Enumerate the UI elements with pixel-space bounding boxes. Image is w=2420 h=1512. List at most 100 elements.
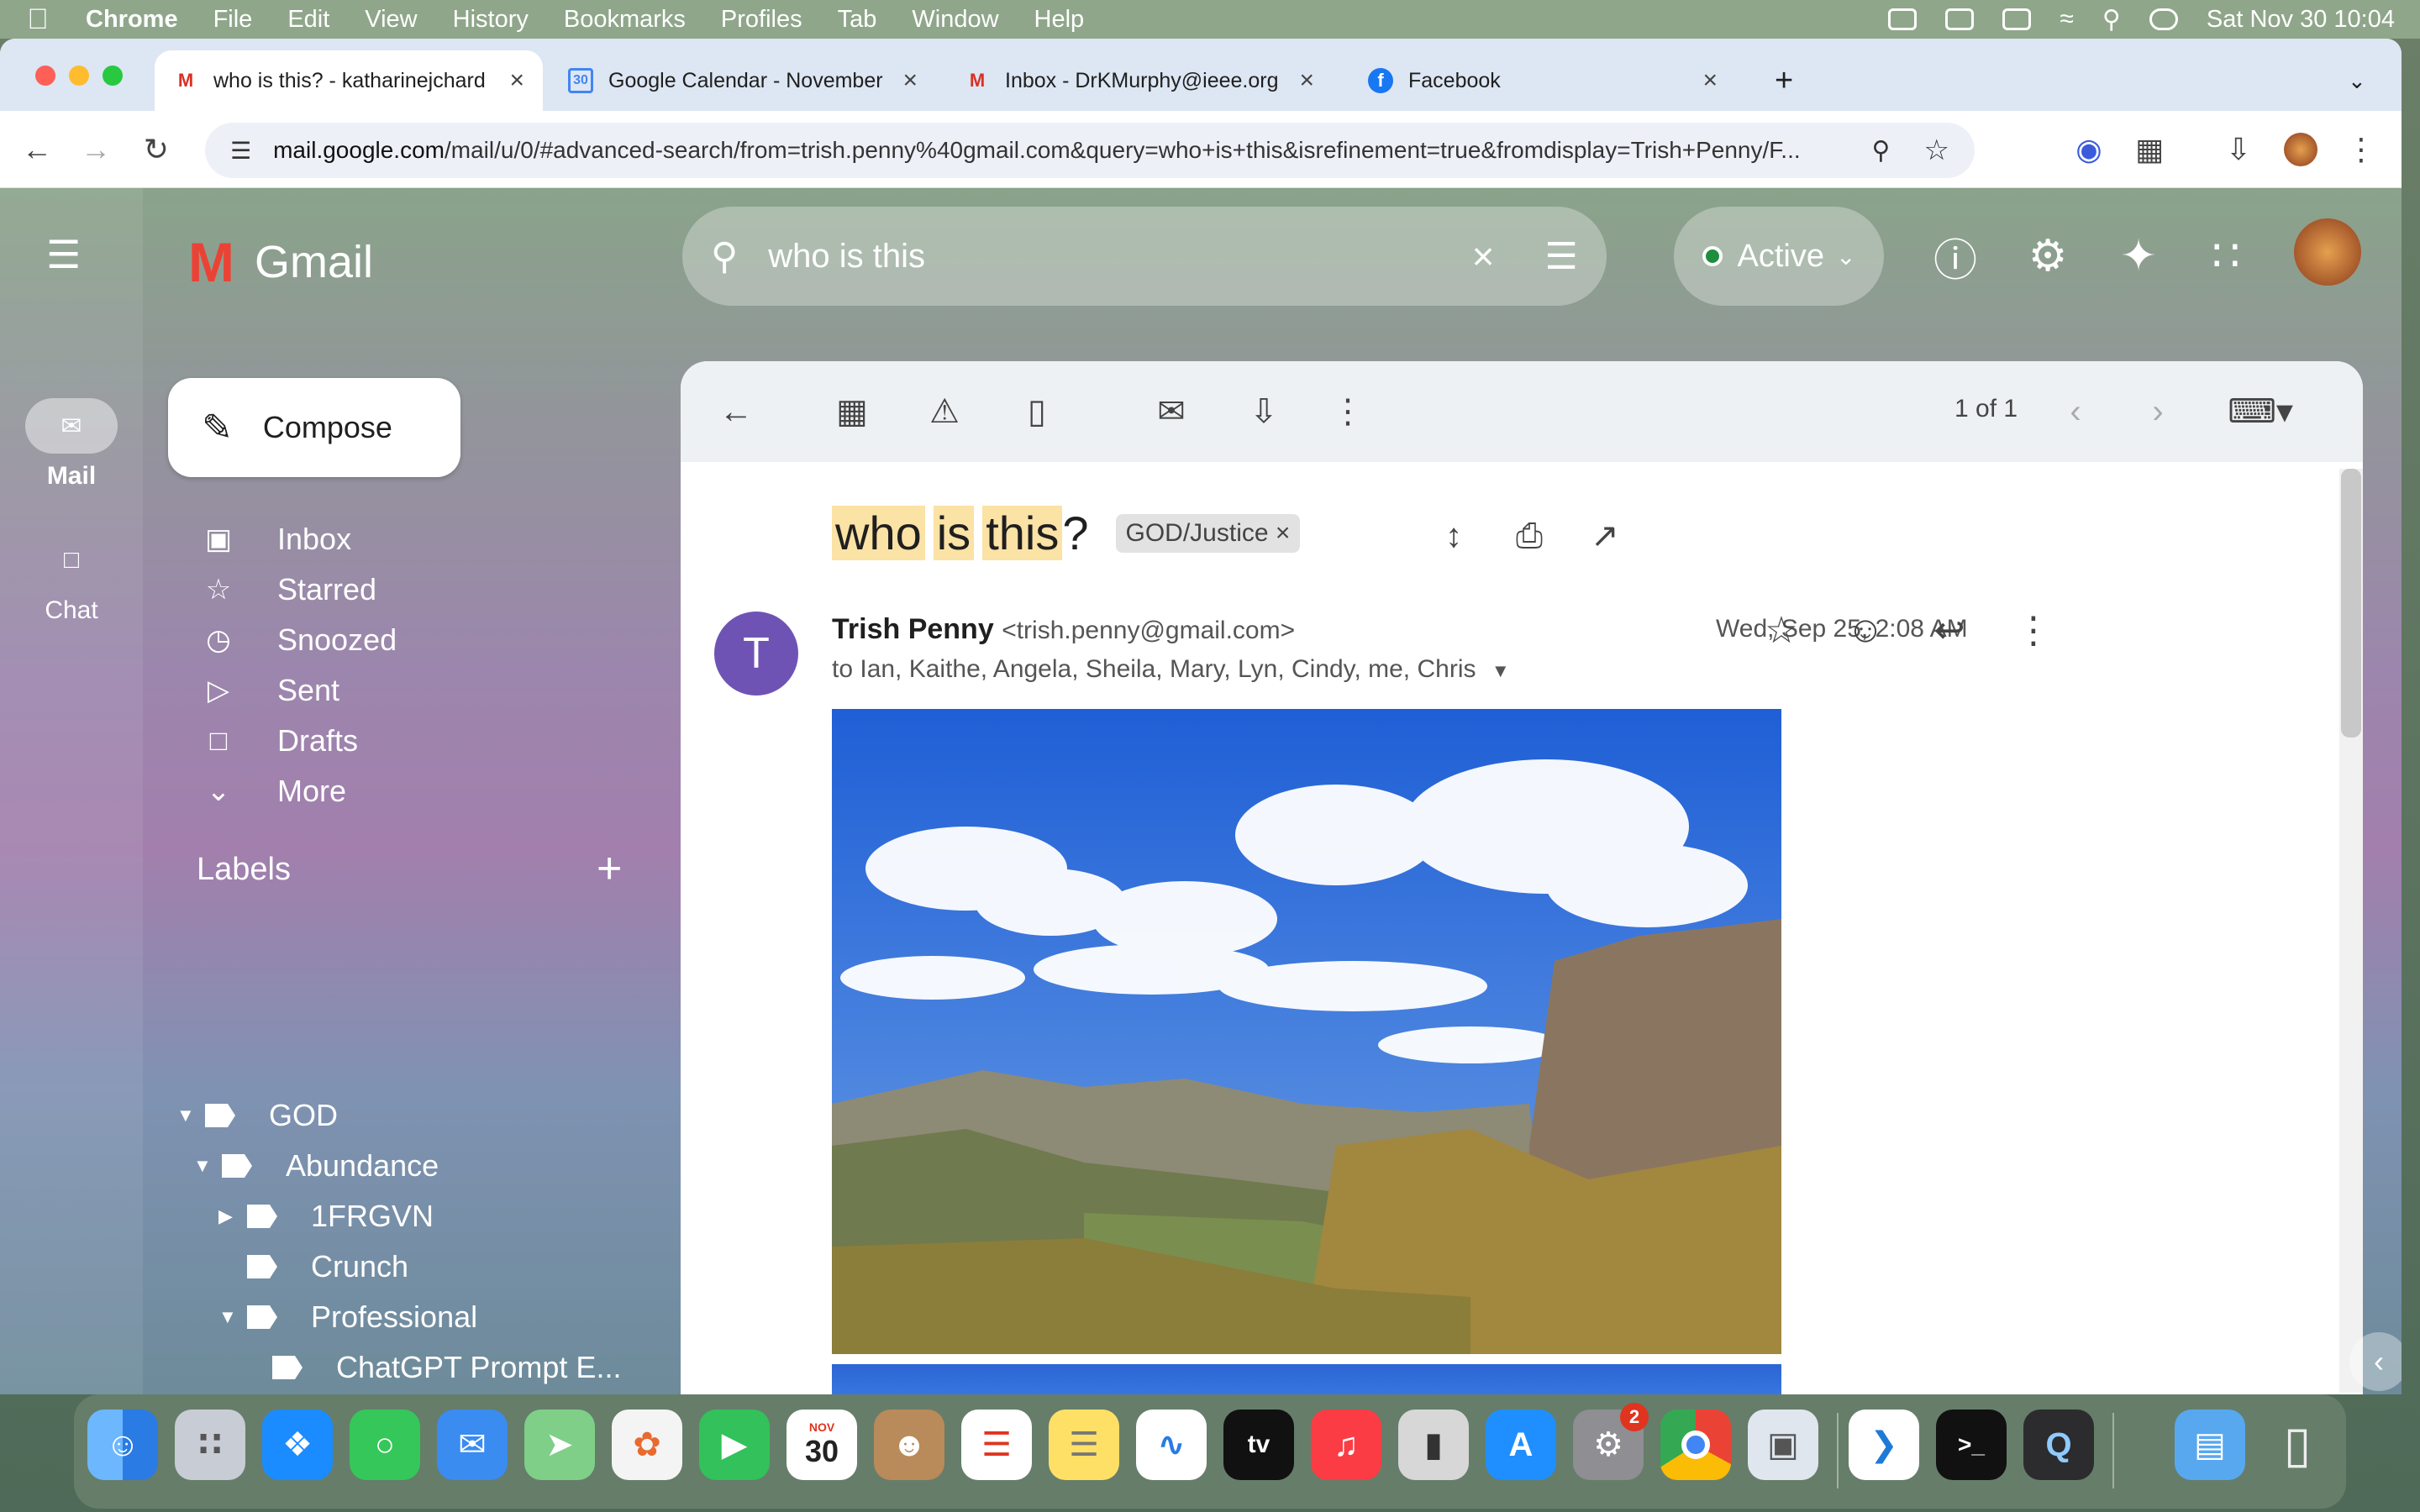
zoom-icon[interactable]: ⚲ <box>1872 136 1891 165</box>
caret-down-icon[interactable]: ▼ <box>1491 660 1510 681</box>
menu-window[interactable]: Window <box>912 6 998 34</box>
message-scrollbar[interactable] <box>2339 469 2363 1393</box>
label-1frgvn[interactable]: ▶ 1FRGVN <box>218 1191 434 1242</box>
clear-search-icon[interactable]: × <box>1472 234 1495 279</box>
status-active-button[interactable]: Active ⌄ <box>1674 207 1884 306</box>
tab-close-icon[interactable]: × <box>1702 66 1718 95</box>
gemini-sparkle-icon[interactable]: ✦ <box>2109 227 2168 286</box>
wifi-icon[interactable]: ≈ <box>2060 5 2073 34</box>
bookmark-star-icon[interactable]: ☆ <box>1924 134 1949 167</box>
search-input[interactable]: who is this <box>768 238 1471 276</box>
open-new-window-button[interactable]: ↗ <box>1580 511 1630 561</box>
add-reaction-button[interactable]: ☺ <box>1840 605 1891 655</box>
caret-down-icon[interactable]: ▼ <box>176 1105 197 1126</box>
message-more-button[interactable]: ⋮ <box>2008 605 2059 655</box>
status-icon-keyboard[interactable] <box>1945 8 1975 30</box>
new-tab-button[interactable]: + <box>1756 50 1807 111</box>
menu-help[interactable]: Help <box>1034 6 1085 34</box>
back-button[interactable]: ← <box>15 128 59 171</box>
dock-notes-icon[interactable]: ☰ <box>1049 1410 1119 1480</box>
menubar-clock[interactable]: Sat Nov 30 10:04 <box>2207 6 2395 34</box>
more-actions-button[interactable]: ⋮ <box>1323 386 1373 437</box>
account-avatar[interactable] <box>2294 218 2361 286</box>
dock-finder-icon[interactable]: ☺ <box>87 1410 158 1480</box>
move-to-button[interactable]: ⇩ <box>1239 386 1289 437</box>
dock-contacts-icon[interactable]: ☻ <box>874 1410 944 1480</box>
email-image-second[interactable] <box>832 1364 1781 1394</box>
label-abundance[interactable]: ▼ Abundance <box>193 1141 439 1191</box>
sender-avatar[interactable]: T <box>714 612 798 696</box>
extension-icon-circle[interactable]: ◉ <box>2067 128 2111 171</box>
dock-launchpad-icon[interactable]: ∷ <box>175 1410 245 1480</box>
newer-button[interactable]: ‹ <box>2050 386 2101 437</box>
window-close-button[interactable] <box>35 66 55 86</box>
back-to-list-button[interactable]: ← <box>711 386 761 437</box>
delete-button[interactable]: ▯ <box>1012 386 1062 437</box>
sidebar-item-drafts[interactable]: □ Drafts <box>202 716 358 766</box>
dock-facetime-icon[interactable]: ▶ <box>699 1410 770 1480</box>
spotlight-search-icon[interactable]: ⚲ <box>2102 5 2121 34</box>
search-options-icon[interactable]: ☰ <box>1545 235 1578 278</box>
dock-messages-icon[interactable]: ○ <box>350 1410 420 1480</box>
older-button[interactable]: › <box>2133 386 2183 437</box>
dock-photos-icon[interactable]: ✿ <box>612 1410 682 1480</box>
menu-history[interactable]: History <box>453 6 529 34</box>
dock-trash-icon[interactable]: ▯ <box>2262 1410 2333 1480</box>
mark-unread-button[interactable]: ✉ <box>1146 386 1197 437</box>
sidebar-item-starred[interactable]: ☆ Starred <box>202 564 376 615</box>
dock-iphone-mirroring-icon[interactable]: ▮ <box>1398 1410 1469 1480</box>
apps-grid-icon[interactable]: ∷ <box>2196 227 2255 286</box>
reply-button[interactable]: ↩ <box>1924 605 1975 655</box>
menu-profiles[interactable]: Profiles <box>721 6 802 34</box>
dock-vscode-icon[interactable]: ❯ <box>1849 1410 1919 1480</box>
dock-quicktime-icon[interactable]: Q <box>2023 1410 2094 1480</box>
dock-freeform-icon[interactable]: ∿ <box>1136 1410 1207 1480</box>
print-button[interactable]: ⎙ <box>1504 511 1555 561</box>
tab-close-icon[interactable]: × <box>902 66 918 95</box>
dock-apple-tv-icon[interactable]: tv <box>1223 1410 1294 1480</box>
caret-right-icon[interactable]: ▶ <box>218 1205 239 1227</box>
caret-down-icon[interactable]: ▼ <box>218 1306 239 1328</box>
profile-avatar[interactable] <box>2279 128 2323 171</box>
dock-terminal-icon[interactable]: >_ <box>1936 1410 2007 1480</box>
menu-app-name[interactable]: Chrome <box>86 6 178 34</box>
side-panel-toggle[interactable]: ‹ <box>2349 1332 2402 1391</box>
window-zoom-button[interactable] <box>103 66 123 86</box>
tab-search-button[interactable]: ⌄ <box>2329 50 2380 111</box>
browser-menu-icon[interactable]: ⋮ <box>2339 128 2383 171</box>
expand-all-button[interactable]: ↕ <box>1428 511 1479 561</box>
settings-gear-icon[interactable]: ⚙ <box>2018 227 2077 286</box>
label-god[interactable]: ▼ GOD <box>176 1090 338 1141</box>
main-menu-button[interactable]: ☰ <box>46 232 81 277</box>
menu-bookmarks[interactable]: Bookmarks <box>564 6 686 34</box>
address-bar[interactable]: ☰ mail.google.com/mail/u/0/#advanced-sea… <box>205 123 1975 178</box>
gmail-logo[interactable]: M Gmail <box>188 230 373 294</box>
menu-tab[interactable]: Tab <box>838 6 877 34</box>
email-image-landscape[interactable] <box>832 709 1781 1354</box>
tab-google-calendar[interactable]: 30 Google Calendar - November × <box>550 50 936 111</box>
rail-chat[interactable]: □ Chat <box>0 533 143 625</box>
extensions-puzzle-icon[interactable]: ▦ <box>2128 128 2171 171</box>
label-chatgpt-prompt[interactable]: ChatGPT Prompt E... <box>244 1342 621 1393</box>
rail-mail[interactable]: ✉ Mail <box>0 398 143 491</box>
forward-button[interactable]: → <box>74 128 118 171</box>
menu-file[interactable]: File <box>213 6 253 34</box>
dock-app-store-icon[interactable]: A <box>1486 1410 1556 1480</box>
archive-button[interactable]: ▦ <box>827 386 877 437</box>
scrollbar-thumb[interactable] <box>2341 469 2361 738</box>
label-chip[interactable]: GOD/Justice × <box>1115 513 1301 553</box>
download-icon[interactable]: ⇩ <box>2217 128 2260 171</box>
dock-reminders-icon[interactable]: ☰ <box>961 1410 1032 1480</box>
sidebar-item-inbox[interactable]: ▣ Inbox <box>202 514 351 564</box>
tab-close-icon[interactable]: × <box>509 66 524 95</box>
search-icon[interactable]: ⚲ <box>711 235 738 278</box>
input-tools-button[interactable]: ⌨▾ <box>2218 386 2302 437</box>
dock-system-settings-icon[interactable]: ⚙ 2 <box>1573 1403 1649 1480</box>
tab-gmail-who-is-this[interactable]: M who is this? - katharinejchard × <box>155 50 543 111</box>
dock-chrome-icon[interactable] <box>1660 1410 1731 1480</box>
status-icon-vpn[interactable] <box>1888 8 1918 30</box>
recipients-line[interactable]: to Ian, Kaithe, Angela, Sheila, Mary, Ly… <box>832 655 1510 684</box>
sidebar-item-sent[interactable]: ▷ Sent <box>202 665 339 716</box>
control-center-icon[interactable] <box>2149 8 2178 30</box>
sidebar-item-more[interactable]: ⌄ More <box>202 766 346 816</box>
